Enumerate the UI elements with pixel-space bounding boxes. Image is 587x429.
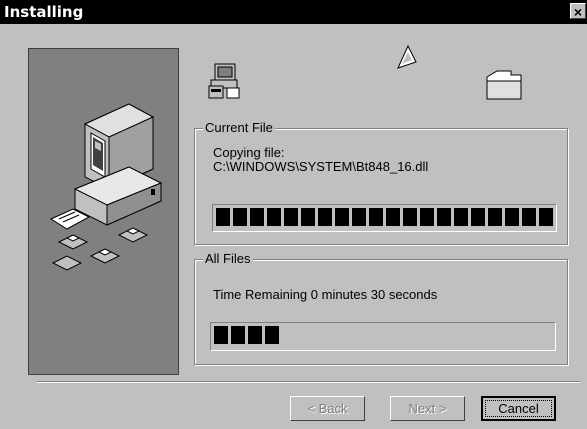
folder-icon xyxy=(486,70,522,100)
setup-program-icon xyxy=(208,63,240,99)
current-file-progress-bar xyxy=(212,204,557,232)
current-file-path: C:\WINDOWS\SYSTEM\Bt848_16.dll xyxy=(213,159,429,174)
button-separator xyxy=(37,381,580,383)
progress-segment xyxy=(233,208,247,226)
current-file-group: Current File Copying file: C:\WINDOWS\SY… xyxy=(194,120,568,245)
time-remaining-text: Time Remaining 0 minutes 30 seconds xyxy=(213,287,438,302)
progress-segment xyxy=(403,208,417,226)
copying-status-text: Copying file: xyxy=(213,145,285,160)
progress-segment xyxy=(522,208,536,226)
progress-segment xyxy=(369,208,383,226)
progress-segment xyxy=(386,208,400,226)
progress-segment xyxy=(216,208,230,226)
progress-segment xyxy=(284,208,298,226)
progress-segment xyxy=(488,208,502,226)
progress-segment xyxy=(471,208,485,226)
wizard-image-panel xyxy=(28,48,179,375)
progress-segment xyxy=(437,208,451,226)
window-title: Installing xyxy=(4,3,84,21)
floppy-disk-icon xyxy=(51,227,149,271)
progress-segment xyxy=(505,208,519,226)
flying-paper-icon xyxy=(397,44,417,69)
all-files-group: All Files Time Remaining 0 minutes 30 se… xyxy=(194,251,568,365)
progress-segment xyxy=(454,208,468,226)
cancel-button-label: Cancel xyxy=(498,401,539,416)
progress-segment xyxy=(248,326,262,344)
progress-segment xyxy=(214,326,228,344)
progress-segment xyxy=(352,208,366,226)
cancel-button[interactable]: Cancel xyxy=(481,396,556,421)
close-button[interactable]: × xyxy=(570,3,586,20)
computer-installer-icon xyxy=(49,103,163,271)
progress-segment xyxy=(231,326,245,344)
progress-segment xyxy=(250,208,264,226)
progress-segment xyxy=(420,208,434,226)
all-files-label: All Files xyxy=(203,251,253,266)
title-bar[interactable]: Installing × xyxy=(0,0,587,24)
current-file-label: Current File xyxy=(203,120,275,135)
progress-segment xyxy=(539,208,553,226)
progress-segment xyxy=(301,208,315,226)
progress-segment xyxy=(267,208,281,226)
progress-segment xyxy=(318,208,332,226)
next-button[interactable]: Next > xyxy=(390,396,465,421)
progress-segment xyxy=(265,326,279,344)
progress-segment xyxy=(335,208,349,226)
all-files-progress-bar xyxy=(210,322,556,351)
installer-window: Installing × Current File Copying file: … xyxy=(0,0,587,429)
back-button[interactable]: < Back xyxy=(290,396,365,421)
